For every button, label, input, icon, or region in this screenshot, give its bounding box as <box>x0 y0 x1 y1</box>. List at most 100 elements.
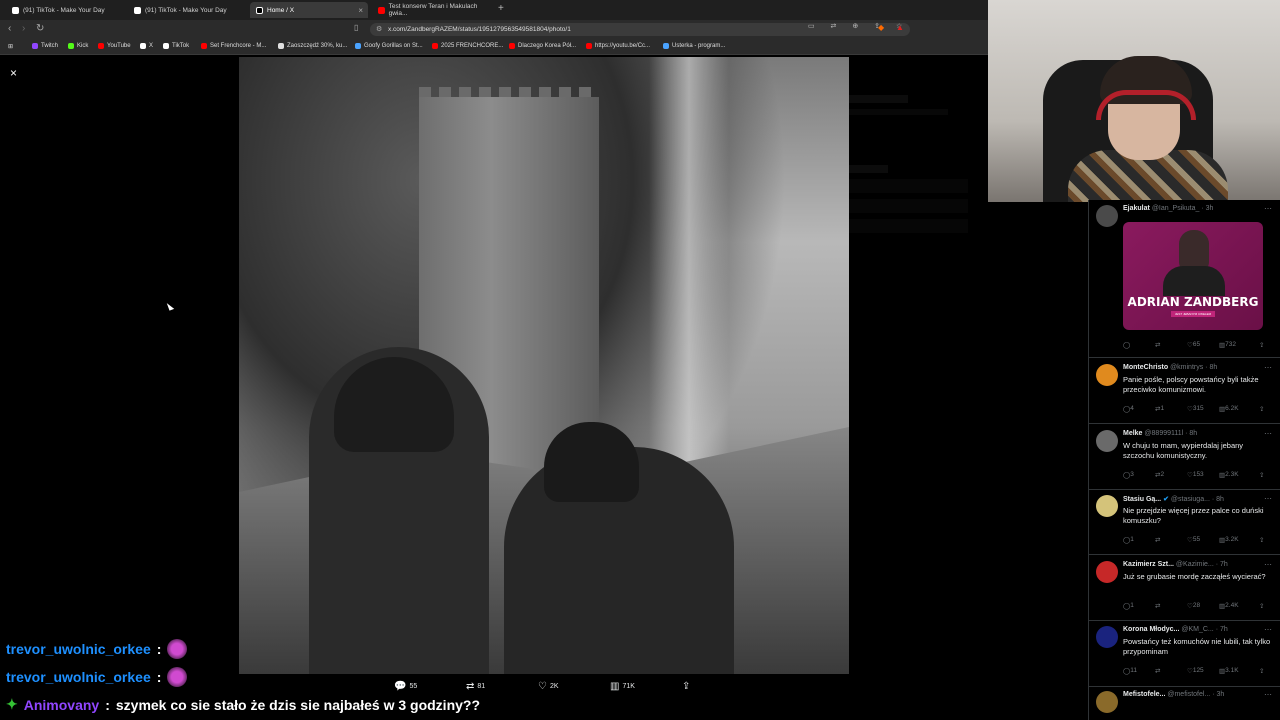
reply-author[interactable]: MonteChristo @kmintrys · 8h <box>1123 364 1217 371</box>
more-options-icon[interactable]: ⋯ <box>1264 363 1272 372</box>
reply-count: 1 <box>1130 536 1134 543</box>
views-button[interactable]: ▥ 2.4K <box>1219 602 1239 610</box>
like-button[interactable]: ♡ 315 <box>1187 405 1204 413</box>
bookmark-x[interactable]: X <box>140 43 153 49</box>
like-button[interactable]: ♡ 28 <box>1187 602 1200 610</box>
browser-toolbar-icons[interactable]: ▭ ⇄ ⊕ ⇪ ☆ <box>808 22 909 30</box>
reply-button[interactable]: ◯ 3 <box>1123 471 1134 479</box>
bookmark-korea[interactable]: Dlaczego Korea Pół... <box>509 43 576 49</box>
reply-image[interactable]: ADRIAN ZANDBERG JEST JEBANYM CWELEM <box>1123 222 1263 330</box>
views-button[interactable]: ▥ 3.1K <box>1219 667 1239 675</box>
new-tab-button[interactable]: + <box>498 3 504 14</box>
reply-author[interactable]: Ejakulat @Ian_Psikuta_ · 3h <box>1123 205 1213 212</box>
forward-arrow-icon[interactable]: › <box>22 23 25 34</box>
reply-item[interactable]: Mefistofele... @mefistofel... · 3h ⋯ <box>1096 690 1272 719</box>
author-handle: @Kazimie... · 7h <box>1175 561 1228 568</box>
kick-icon <box>68 43 74 49</box>
bookmark-frenchcore-2025[interactable]: 2025 FRENCHCORE... <box>432 43 503 49</box>
repost-icon[interactable]: ⇄ <box>1155 341 1160 349</box>
tweet-photo[interactable] <box>239 57 849 674</box>
share-icon[interactable]: ⇪ <box>1259 536 1264 544</box>
avatar[interactable] <box>1096 364 1118 386</box>
reply-author[interactable]: Melke @88999111l · 8h <box>1123 430 1197 437</box>
reply-item[interactable]: Stasiu Gą... ✔ @stasiuga... · 8h ⋯ Nie p… <box>1096 494 1272 551</box>
views-count: 732 <box>1225 341 1237 348</box>
more-options-icon[interactable]: ⋯ <box>1264 204 1272 213</box>
reply-item[interactable]: Korona Młodyc... @KM_C... · 7h ⋯ Powstań… <box>1096 625 1272 682</box>
views-button[interactable]: ▥ 732 <box>1219 341 1236 349</box>
reply-author[interactable]: Stasiu Gą... ✔ @stasiuga... · 8h <box>1123 495 1224 503</box>
bookmark-youtube[interactable]: YouTube <box>98 43 131 49</box>
reply-button[interactable]: ◯ 11 <box>1123 667 1137 675</box>
avatar[interactable] <box>1096 495 1118 517</box>
views-button[interactable]: ▥ 71K <box>610 681 635 692</box>
reply-button[interactable]: ◯ 1 <box>1123 602 1134 610</box>
share-icon[interactable]: ⇪ <box>1259 602 1264 610</box>
apps-grid-icon[interactable]: ⊞ <box>8 43 13 50</box>
share-icon[interactable]: ⇪ <box>1259 667 1264 675</box>
like-count: 153 <box>1192 471 1204 478</box>
more-options-icon[interactable]: ⋯ <box>1264 560 1272 569</box>
x-icon <box>256 6 263 14</box>
share-icon[interactable]: ⇪ <box>1259 341 1264 349</box>
bookmark-discount[interactable]: Zaoszczędź 30%, ku... <box>278 43 347 49</box>
bookmark-icon[interactable]: ▯ <box>354 23 358 32</box>
avatar[interactable] <box>1096 561 1118 583</box>
reply-icon[interactable]: ◯ <box>1123 341 1130 349</box>
back-arrow-icon[interactable]: ‹ <box>8 23 11 34</box>
reply-item[interactable]: Melke @88999111l · 8h ⋯ W chuju to mam, … <box>1096 429 1272 486</box>
views-button[interactable]: ▥ 6.2K <box>1219 405 1239 413</box>
like-button[interactable]: ♡ 153 <box>1187 471 1204 479</box>
reply-button[interactable]: ◯ 4 <box>1123 405 1134 413</box>
reply-author[interactable]: Korona Młodyc... @KM_C... · 7h <box>1123 626 1228 633</box>
tab-youtube[interactable]: Test konserw Teran i Makulach gwia... <box>372 2 492 18</box>
bookmark-kick[interactable]: Kick <box>68 43 88 49</box>
brave-rewards-icon[interactable]: ▲ <box>896 23 904 32</box>
views-count: 2.3K <box>1225 471 1239 478</box>
reply-item[interactable]: MonteChristo @kmintrys · 8h ⋯ Panie pośl… <box>1096 363 1272 420</box>
views-icon: ▥ <box>610 681 620 692</box>
views-button[interactable]: ▥ 2.3K <box>1219 471 1239 479</box>
reply-author[interactable]: Kazimierz Szt... @Kazimie... · 7h <box>1123 561 1228 568</box>
repost-icon[interactable]: ⇄ <box>1155 602 1160 610</box>
reply-author[interactable]: Mefistofele... @mefistofel... · 3h <box>1123 691 1224 698</box>
avatar[interactable] <box>1096 205 1118 227</box>
reply-item[interactable]: Kazimierz Szt... @Kazimie... · 7h ⋯ Już … <box>1096 560 1272 617</box>
avatar[interactable] <box>1096 626 1118 648</box>
avatar[interactable] <box>1096 430 1118 452</box>
bookmark-youtu-be[interactable]: https://youtu.be/Cc... <box>586 43 650 49</box>
author-handle: @mefistofel... · 3h <box>1167 691 1225 698</box>
like-button[interactable]: ♡ 65 <box>1187 341 1200 349</box>
close-tab-icon[interactable]: × <box>358 6 363 15</box>
reload-icon[interactable]: ↻ <box>36 23 44 34</box>
bookmark-goofy-gorillas[interactable]: Goofy Gorillas on St... <box>355 43 423 49</box>
share-button[interactable]: ⇪ <box>682 681 693 692</box>
bookmark-twitch[interactable]: Twitch <box>32 43 58 49</box>
more-options-icon[interactable]: ⋯ <box>1264 625 1272 634</box>
like-button[interactable]: ♡ 125 <box>1187 667 1204 675</box>
bookmark-frenchcore[interactable]: Set Frenchcore - M... <box>201 43 266 49</box>
repost-button[interactable]: ⇄ 1 <box>1155 405 1164 413</box>
site-info-icon[interactable]: ⚙ <box>376 23 382 36</box>
views-button[interactable]: ▥ 3.2K <box>1219 536 1239 544</box>
like-button[interactable]: ♡ 55 <box>1187 536 1200 544</box>
brave-shield-icon[interactable]: ◆ <box>878 23 884 32</box>
repost-icon[interactable]: ⇄ <box>1155 536 1160 544</box>
share-icon[interactable]: ⇪ <box>1259 471 1264 479</box>
close-viewer-icon[interactable]: × <box>10 66 17 80</box>
reply-button[interactable]: ◯ 1 <box>1123 536 1134 544</box>
more-options-icon[interactable]: ⋯ <box>1264 690 1272 699</box>
more-options-icon[interactable]: ⋯ <box>1264 429 1272 438</box>
more-options-icon[interactable]: ⋯ <box>1264 494 1272 503</box>
bookmark-tiktok[interactable]: TikTok <box>163 43 189 49</box>
bookmark-usterka[interactable]: Usterka - program... <box>663 43 725 49</box>
chat-text: szymek co sie stało że dzis sie najbałeś… <box>115 696 481 713</box>
tab-tiktok-1[interactable]: (91) TikTok - Make Your Day <box>6 2 126 18</box>
share-icon[interactable]: ⇪ <box>1259 405 1264 413</box>
tab-tiktok-2[interactable]: (91) TikTok - Make Your Day <box>128 2 248 18</box>
author-name: Melke <box>1123 430 1143 437</box>
repost-button[interactable]: ⇄ 2 <box>1155 471 1164 479</box>
tab-home-x[interactable]: Home / X × <box>250 2 368 18</box>
repost-icon[interactable]: ⇄ <box>1155 667 1160 675</box>
avatar[interactable] <box>1096 691 1118 713</box>
